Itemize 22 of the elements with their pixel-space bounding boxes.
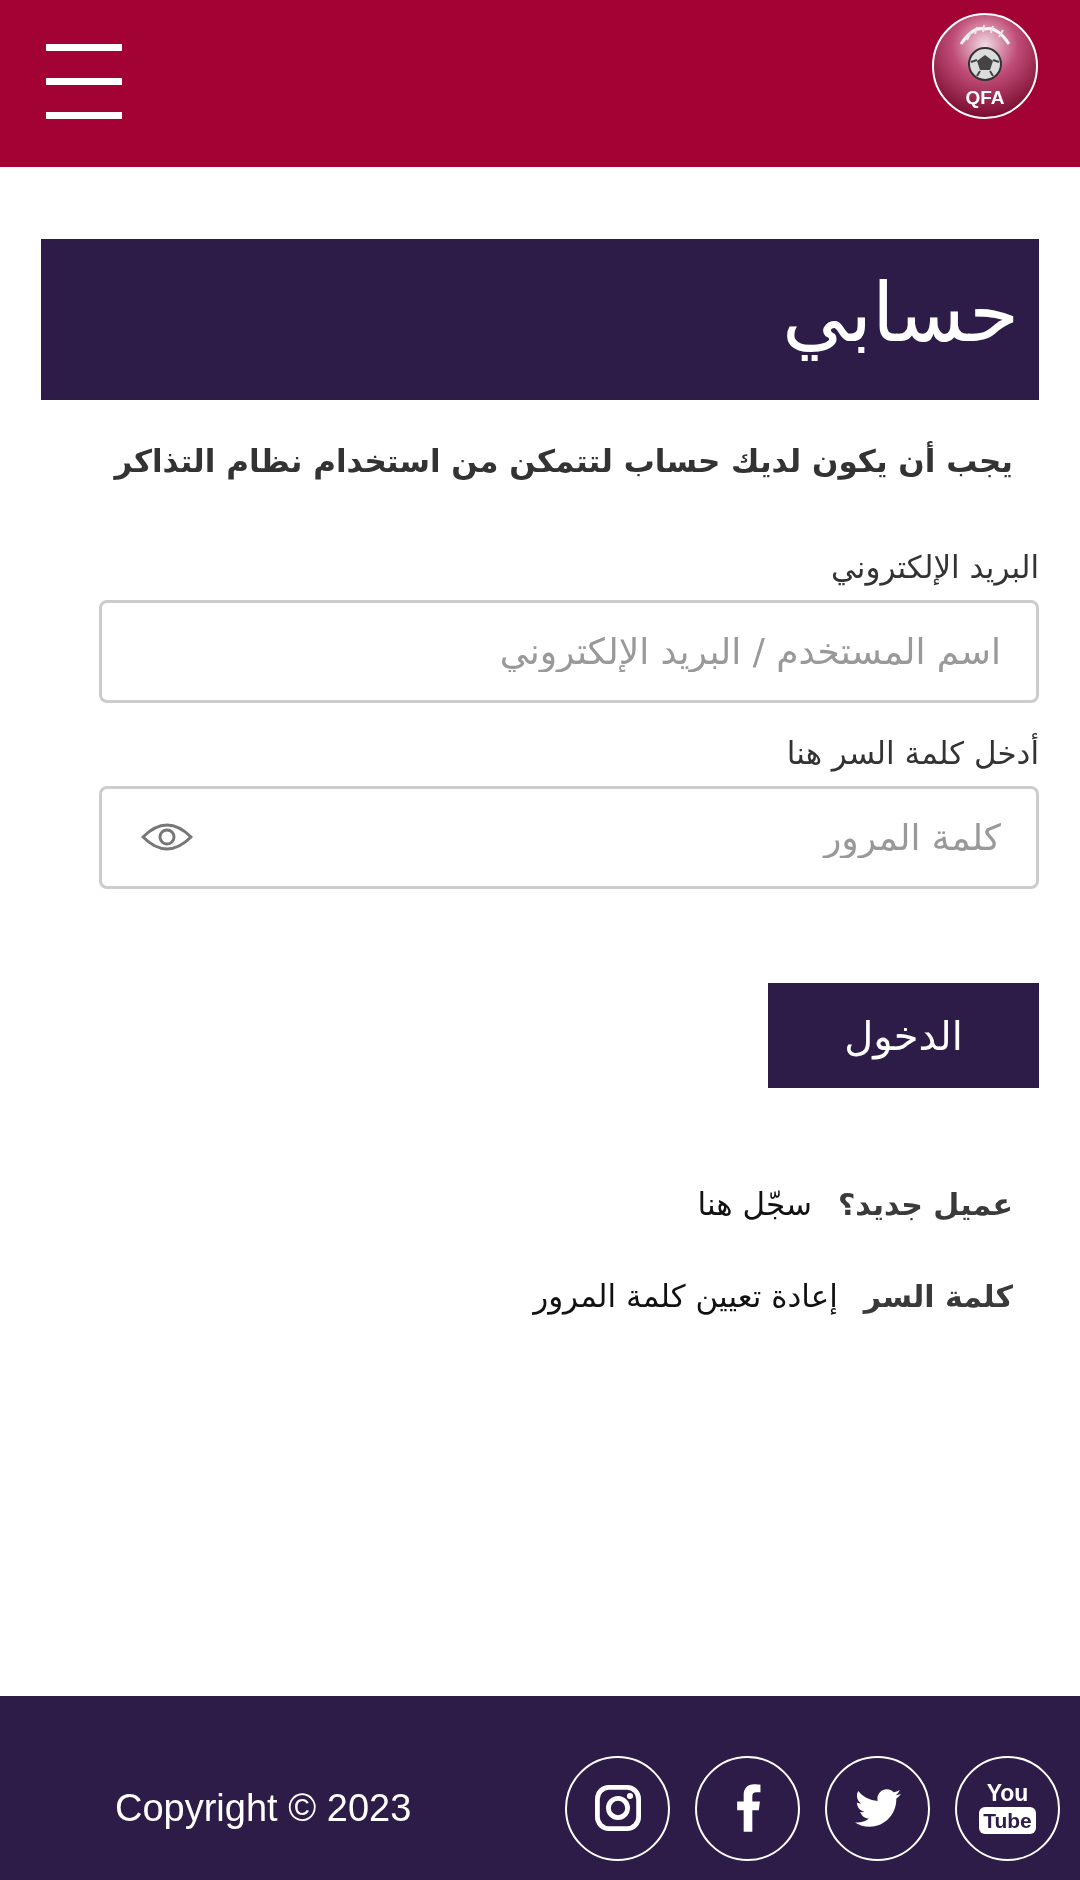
copyright-text: Copyright © 2023 bbox=[115, 1786, 412, 1830]
menu-button[interactable] bbox=[46, 44, 122, 119]
youtube-link[interactable]: You Tube bbox=[955, 1755, 1060, 1861]
text-link[interactable]: إعادة تعيين كلمة المرور bbox=[533, 1274, 838, 1318]
twitter-icon bbox=[854, 1789, 901, 1827]
intro-text: يجب أن يكون لديك حساب لتتمكن من استخدام نظام التذاكر bbox=[112, 441, 1013, 481]
logo: QFA bbox=[931, 12, 1039, 120]
instagram-icon bbox=[594, 1785, 641, 1831]
facebook-icon bbox=[734, 1784, 761, 1832]
field-label: البريد الإلكتروني bbox=[829, 548, 1039, 587]
text-link[interactable]: سجّل هنا bbox=[697, 1182, 812, 1226]
youtube-logo-badge: Tube bbox=[979, 1807, 1036, 1834]
twitter-link[interactable] bbox=[825, 1755, 930, 1861]
field-label: أدخل كلمة السر هنا bbox=[785, 733, 1039, 773]
eye-icon[interactable] bbox=[141, 822, 193, 852]
youtube-logo-text: You bbox=[986, 1782, 1029, 1805]
link-prompt: كلمة السر bbox=[863, 1278, 1013, 1316]
login-button[interactable]: الدخول bbox=[768, 983, 1039, 1088]
instagram-link[interactable] bbox=[565, 1755, 670, 1861]
facebook-link[interactable] bbox=[695, 1755, 800, 1861]
page-title: حسابي bbox=[781, 264, 1019, 363]
link-prompt: عميل جديد؟ bbox=[837, 1186, 1013, 1224]
